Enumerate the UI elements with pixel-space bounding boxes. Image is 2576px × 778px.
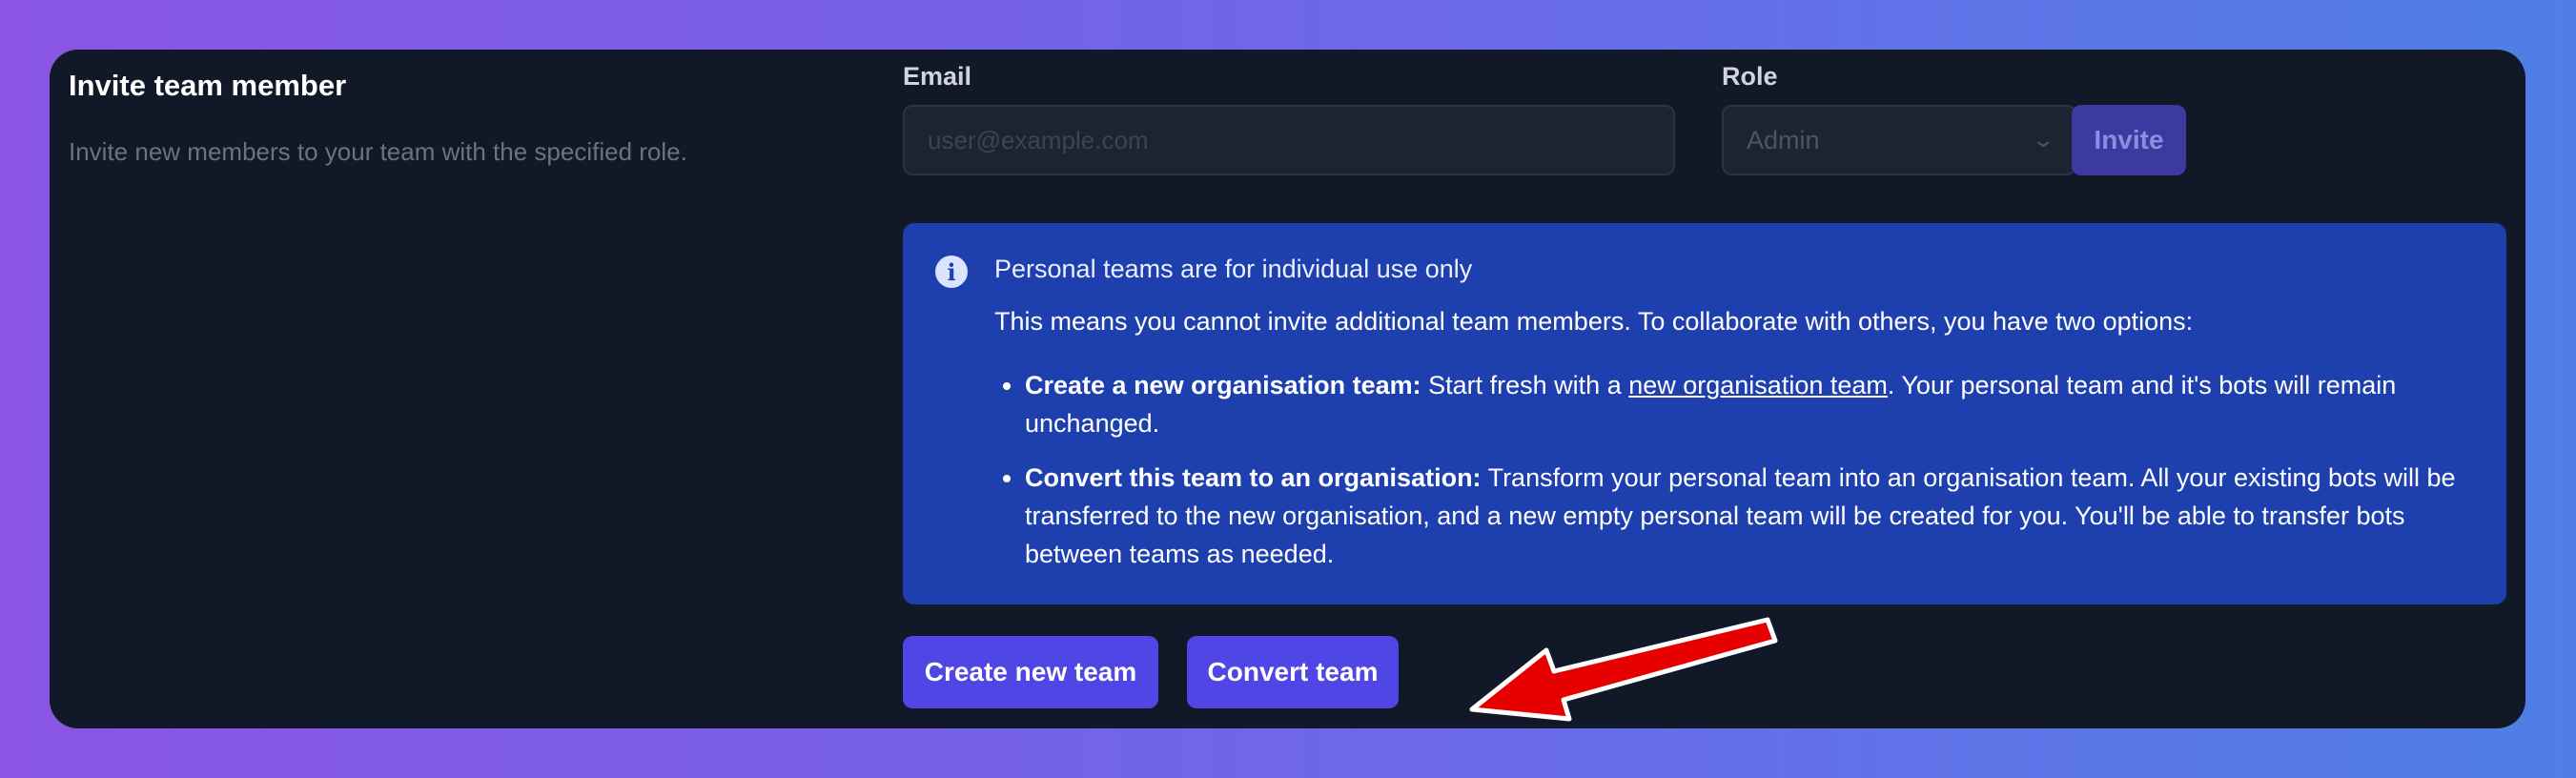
option-title: Convert this team to an organisation: [1025, 463, 1482, 492]
convert-team-button[interactable]: Convert team [1187, 636, 1399, 708]
email-input[interactable] [903, 105, 1675, 175]
list-item: Create a new organisation team: Start fr… [1025, 366, 2503, 442]
notice-heading: Personal teams are for individual use on… [994, 255, 1473, 283]
chevron-down-icon: ⌄ [2030, 128, 2055, 152]
role-select-value: Admin [1747, 125, 1820, 154]
role-select[interactable]: Admin ⌄ [1722, 105, 2076, 175]
notice-body: This means you cannot invite additional … [994, 307, 2194, 336]
info-notice: i Personal teams are for individual use … [903, 223, 2506, 604]
role-label: Role [1722, 62, 1778, 91]
email-label: Email [903, 62, 972, 91]
section-title: Invite team member [69, 69, 347, 102]
new-organisation-team-link[interactable]: new organisation team [1628, 371, 1888, 399]
invite-button[interactable]: Invite [2072, 105, 2186, 175]
annotation-arrow-icon [1469, 617, 1778, 722]
create-new-team-button[interactable]: Create new team [903, 636, 1158, 708]
section-description: Invite new members to your team with the… [69, 137, 687, 166]
list-item: Convert this team to an organisation: Tr… [1025, 459, 2503, 573]
option-text: Start fresh with a [1421, 371, 1629, 399]
invite-card: Invite team member Invite new members to… [50, 50, 2525, 728]
options-list: Create a new organisation team: Start fr… [994, 366, 2503, 589]
option-title: Create a new organisation team: [1025, 371, 1421, 399]
info-icon: i [935, 256, 968, 288]
